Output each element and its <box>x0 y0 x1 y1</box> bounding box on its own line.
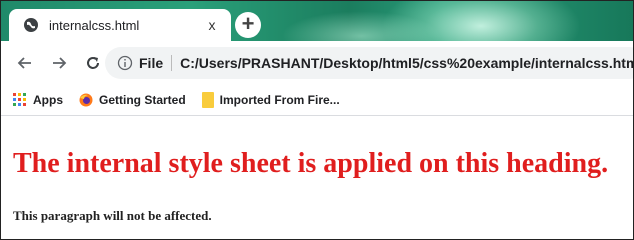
apps-grid-icon <box>13 93 26 106</box>
reload-icon <box>87 57 99 69</box>
bookmark-label: Apps <box>33 93 63 107</box>
page-paragraph: This paragraph will not be affected. <box>13 208 212 223</box>
bookmark-label: Getting Started <box>99 93 186 107</box>
reload-button[interactable] <box>83 53 103 73</box>
tab-close-button[interactable]: x <box>205 17 219 33</box>
globe-icon <box>24 18 38 32</box>
bookmarks-bar: Apps Getting Started Imported From Fire.… <box>1 85 633 116</box>
address-bar[interactable]: File C:/Users/PRASHANT/Desktop/html5/css… <box>105 47 633 79</box>
active-tab[interactable]: internalcss.html x <box>9 9 231 41</box>
firefox-icon <box>79 93 93 107</box>
url-text[interactable]: C:/Users/PRASHANT/Desktop/html5/css%20ex… <box>180 55 633 71</box>
bookmark-imported-folder[interactable]: Imported From Fire... <box>201 92 340 108</box>
bookmark-apps[interactable]: Apps <box>13 93 63 107</box>
new-tab-button[interactable]: + <box>235 12 261 38</box>
browser-window: internalcss.html x + File C:/Users/PRASH… <box>0 0 634 240</box>
back-arrow-icon <box>17 57 31 69</box>
forward-arrow-icon <box>53 57 67 69</box>
page-content: The internal style sheet is applied on t… <box>1 116 633 239</box>
scheme-label: File <box>139 55 164 71</box>
info-icon[interactable] <box>117 55 133 71</box>
tab-title: internalcss.html <box>49 17 140 33</box>
tabstrip-theme-glow-secondary <box>281 11 441 41</box>
forward-button[interactable] <box>49 53 69 73</box>
bookmark-getting-started[interactable]: Getting Started <box>79 93 186 107</box>
tab-strip: internalcss.html x + <box>1 1 633 41</box>
back-button[interactable] <box>15 53 35 73</box>
browser-toolbar: File C:/Users/PRASHANT/Desktop/html5/css… <box>1 41 633 85</box>
page-heading: The internal style sheet is applied on t… <box>13 148 609 179</box>
omnibox-separator <box>171 55 173 71</box>
folder-icon <box>201 92 214 108</box>
bookmark-label: Imported From Fire... <box>219 93 340 107</box>
